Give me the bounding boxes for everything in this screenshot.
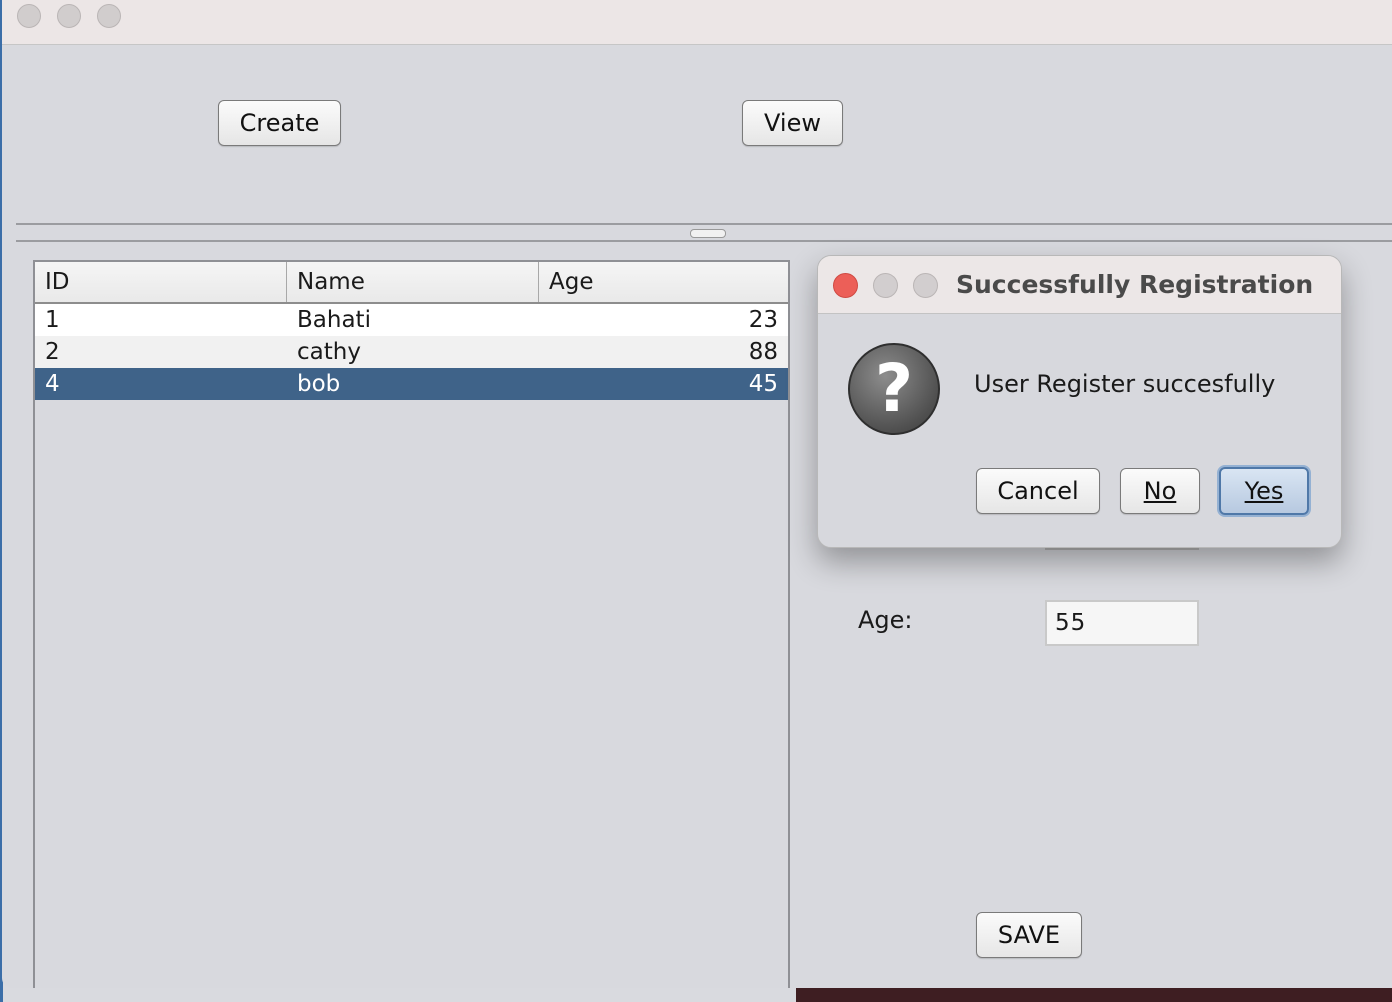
dialog-close-button[interactable] [833, 273, 858, 298]
column-header-id[interactable]: ID [35, 262, 287, 302]
window-minimize-button[interactable] [57, 4, 81, 28]
cell-name: bob [297, 371, 341, 397]
create-button[interactable]: Create [218, 100, 341, 146]
window-zoom-button[interactable] [97, 4, 121, 28]
split-divider-top [16, 223, 1392, 225]
no-button[interactable]: No [1120, 468, 1200, 514]
age-label: Age: [858, 606, 913, 634]
split-divider-bottom [16, 240, 1392, 242]
dialog-titlebar: Successfully Registration [818, 256, 1341, 314]
question-icon: ? [848, 343, 940, 435]
cell-name: Bahati [297, 307, 371, 333]
desktop-background [796, 988, 1392, 1002]
window-titlebar [2, 0, 1392, 45]
save-button[interactable]: SAVE [976, 912, 1082, 958]
split-pane-handle[interactable] [690, 229, 726, 238]
window-close-button[interactable] [17, 4, 41, 28]
dialog-minimize-button [873, 273, 898, 298]
cell-name: cathy [297, 339, 361, 365]
dialog-title: Successfully Registration [956, 270, 1314, 299]
age-input[interactable]: 55 [1045, 600, 1199, 646]
dialog-zoom-button [913, 273, 938, 298]
cell-id: 4 [45, 371, 60, 397]
cell-age: 23 [748, 307, 778, 333]
column-header-name[interactable]: Name [287, 262, 539, 302]
cell-id: 2 [45, 339, 60, 365]
table-header: ID Name Age [35, 262, 788, 304]
cell-age: 88 [748, 339, 778, 365]
column-header-age[interactable]: Age [539, 262, 788, 302]
cell-id: 1 [45, 307, 60, 333]
users-table: ID Name Age 1 Bahati 23 2 cathy 88 4 bob… [33, 260, 790, 988]
cell-age: 45 [748, 371, 778, 397]
view-button[interactable]: View [742, 100, 843, 146]
registration-dialog: Successfully Registration ? User Registe… [817, 255, 1342, 548]
cancel-button[interactable]: Cancel [976, 468, 1100, 514]
table-row[interactable]: 2 cathy 88 [35, 336, 788, 368]
dialog-message: User Register succesfully [974, 370, 1276, 398]
yes-button[interactable]: Yes [1219, 467, 1309, 515]
table-row-selected[interactable]: 4 bob 45 [35, 368, 788, 400]
table-row[interactable]: 1 Bahati 23 [35, 304, 788, 336]
